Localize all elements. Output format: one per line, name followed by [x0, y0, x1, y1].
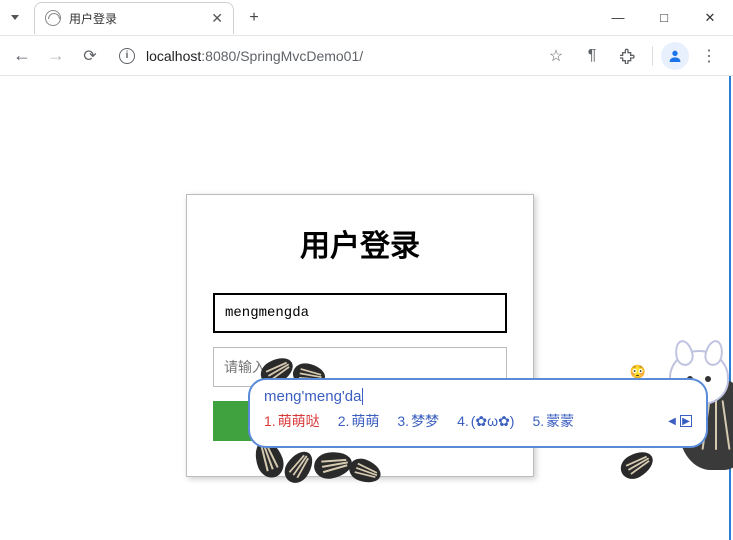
back-button[interactable]: ← [8, 42, 36, 70]
site-info-button[interactable]: i [116, 45, 138, 67]
ime-candidate-4[interactable]: 4.(✿ω✿) [457, 413, 514, 430]
reading-mode-button[interactable]: ¶ [576, 40, 608, 72]
ime-emoji-hint: 😳 [630, 364, 646, 380]
ime-candidate-2[interactable]: 2.萌萌 [338, 411, 380, 431]
tab-list-button[interactable] [0, 15, 30, 20]
profile-button[interactable] [661, 42, 689, 70]
kebab-icon: ⋮ [701, 46, 717, 66]
window-titlebar: 用户登录 ✕ + — □ ✕ [0, 0, 733, 36]
maximize-button[interactable]: □ [641, 0, 687, 36]
url-port: :8080 [201, 48, 236, 64]
close-window-button[interactable]: ✕ [687, 0, 733, 36]
extensions-button[interactable] [612, 40, 644, 72]
new-tab-button[interactable]: + [240, 4, 268, 32]
close-tab-icon[interactable]: ✕ [211, 10, 223, 27]
reload-icon: ⟳ [83, 46, 96, 66]
bookmark-button[interactable]: ☆ [540, 40, 572, 72]
star-icon: ☆ [549, 46, 563, 66]
person-icon [667, 48, 683, 64]
toolbar-divider [652, 46, 653, 66]
arrow-right-icon: → [47, 45, 65, 66]
username-input[interactable] [213, 293, 507, 333]
ime-candidate-1[interactable]: 1.萌萌哒 [264, 411, 320, 431]
reload-button[interactable]: ⟳ [76, 42, 104, 70]
forward-button[interactable]: → [42, 42, 70, 70]
ime-prev-page[interactable]: ◀ [666, 415, 678, 427]
pilcrow-icon: ¶ [588, 47, 597, 65]
arrow-left-icon: ← [13, 45, 31, 66]
login-title: 用户登录 [213, 221, 507, 265]
menu-button[interactable]: ⋮ [693, 40, 725, 72]
ime-composition: meng'meng'da [264, 388, 692, 405]
ime-candidate-bar: 😳 meng'meng'da 1.萌萌哒 2.萌萌 3.梦梦 4.(✿ω✿) 5… [248, 378, 708, 448]
ime-next-page[interactable]: ▶ [680, 415, 692, 427]
url-host: localhost [146, 48, 201, 64]
browser-tab[interactable]: 用户登录 ✕ [34, 2, 234, 34]
ime-candidate-3[interactable]: 3.梦梦 [397, 411, 439, 431]
window-controls: — □ ✕ [595, 0, 733, 36]
browser-toolbar: ← → ⟳ i localhost:8080/SpringMvcDemo01/ … [0, 36, 733, 76]
puzzle-icon [620, 48, 636, 64]
tab-title: 用户登录 [69, 10, 203, 27]
ime-candidate-5[interactable]: 5.蒙蒙 [532, 411, 574, 431]
url-path: /SpringMvcDemo01/ [236, 48, 363, 64]
url-text: localhost:8080/SpringMvcDemo01/ [146, 48, 363, 64]
info-icon: i [119, 48, 135, 64]
chevron-down-icon [11, 15, 19, 20]
address-bar[interactable]: i localhost:8080/SpringMvcDemo01/ [116, 41, 528, 71]
minimize-button[interactable]: — [595, 0, 641, 36]
globe-icon [45, 10, 61, 26]
